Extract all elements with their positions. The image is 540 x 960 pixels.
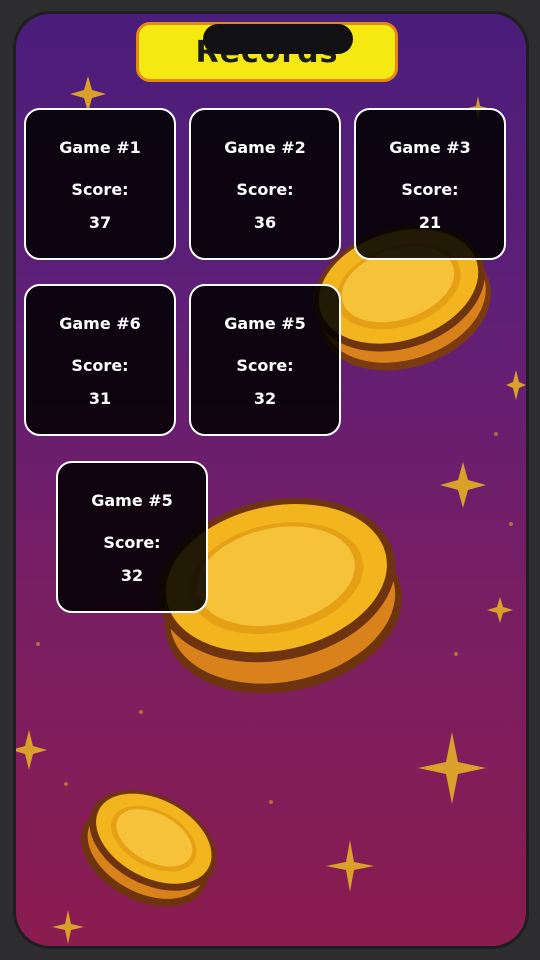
record-card[interactable]: Game #5 Score: 32: [189, 284, 341, 436]
record-card[interactable]: Game #5 Score: 32: [56, 461, 208, 613]
record-card[interactable]: Game #2 Score: 36: [189, 108, 341, 260]
record-card[interactable]: Game #1 Score: 37: [24, 108, 176, 260]
score-value: 32: [253, 389, 277, 408]
score-value: 31: [88, 389, 112, 408]
score-value: 37: [88, 213, 112, 232]
record-card[interactable]: Game #3 Score: 21: [354, 108, 506, 260]
score-label: Score:: [71, 356, 129, 375]
game-label: Game #5: [91, 491, 173, 510]
score-label: Score:: [401, 180, 459, 199]
sparkle-icon: [326, 840, 374, 892]
score-value: 21: [418, 213, 442, 232]
coin-icon: [80, 790, 217, 907]
camera-notch: [203, 24, 353, 54]
score-label: Score:: [103, 533, 161, 552]
sparkle-icon: [440, 462, 486, 508]
sparkle-icon: [418, 732, 486, 804]
game-label: Game #2: [224, 138, 306, 157]
score-label: Score:: [236, 180, 294, 199]
sparkle-icon: [16, 730, 47, 770]
score-value: 36: [253, 213, 277, 232]
game-label: Game #1: [59, 138, 141, 157]
sparkle-icon: [70, 76, 106, 112]
phone-frame: Records Game #1 Score: 37 Game #2 Score:…: [0, 0, 540, 960]
sparkle-icon: [52, 910, 84, 944]
sparkle-icon: [487, 597, 513, 623]
score-label: Score:: [71, 180, 129, 199]
score-label: Score:: [236, 356, 294, 375]
score-value: 32: [120, 566, 144, 585]
sparkle-icon: [506, 370, 526, 400]
game-label: Game #3: [389, 138, 471, 157]
app-screen: Records Game #1 Score: 37 Game #2 Score:…: [16, 14, 526, 946]
game-label: Game #5: [224, 314, 306, 333]
game-label: Game #6: [59, 314, 141, 333]
record-card[interactable]: Game #6 Score: 31: [24, 284, 176, 436]
